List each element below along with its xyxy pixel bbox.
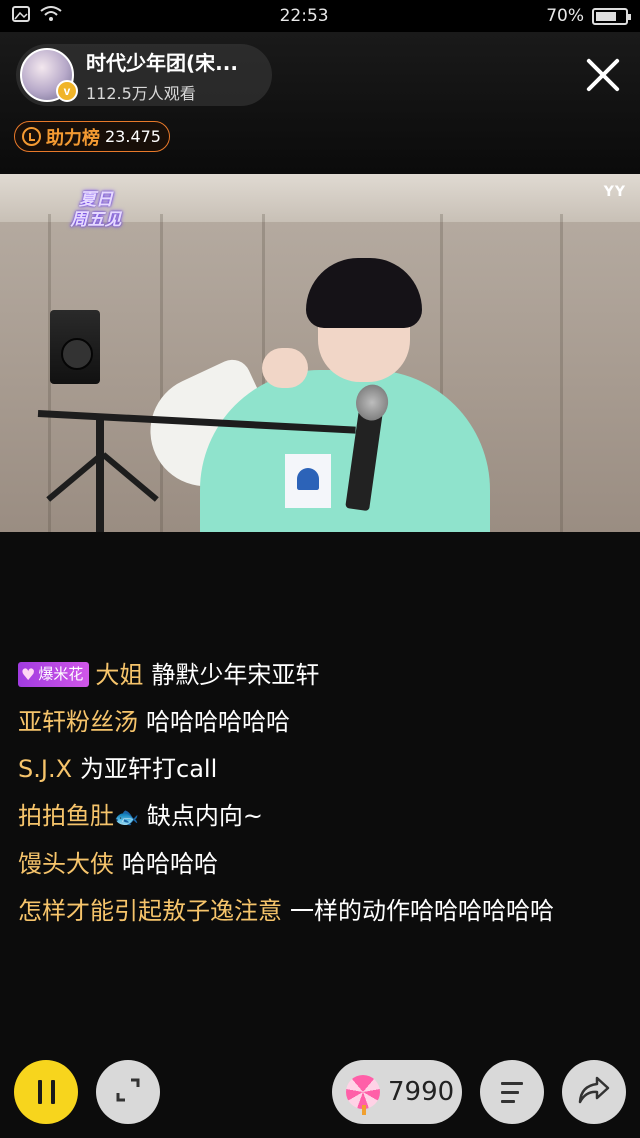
gift-count: 7990 [388, 1077, 455, 1107]
performer-hand [262, 348, 308, 388]
viewer-count: 112.5万人观看 [86, 83, 196, 103]
comment-text: 为亚轩打call [80, 755, 218, 783]
comment-user[interactable]: 大姐 [95, 661, 143, 689]
share-button[interactable] [562, 1060, 626, 1124]
comment-user[interactable]: 拍拍鱼肚 [18, 802, 114, 830]
share-icon [577, 1075, 611, 1109]
pause-icon [37, 1080, 55, 1104]
pause-button[interactable] [14, 1060, 78, 1124]
support-rank-button[interactable]: 助力榜 23.475 [14, 121, 170, 152]
status-bar: 22:53 70% [0, 0, 640, 32]
verified-badge: v [56, 80, 78, 102]
performer-hair [306, 258, 422, 328]
comment-user[interactable]: 亚轩粉丝汤 [18, 708, 138, 736]
status-time: 22:53 [279, 6, 329, 26]
live-video[interactable]: 夏日 周五见 YY [0, 174, 640, 532]
gift-button[interactable]: 7990 [332, 1060, 462, 1124]
avatar[interactable]: v [20, 48, 78, 102]
comment-item: 馒头大侠 哈哈哈哈 [18, 841, 628, 888]
yy-watermark: YY [603, 184, 626, 200]
heart-icon: ♥ [21, 665, 36, 684]
battery-percent: 70% [546, 6, 584, 26]
comment-user[interactable]: S.J.X [18, 755, 72, 783]
comment-user[interactable]: 馒头大侠 [18, 850, 114, 878]
support-rank-icon [22, 127, 41, 146]
fullscreen-button[interactable] [96, 1060, 160, 1124]
lollipop-gift-icon [346, 1075, 380, 1115]
comment-item: S.J.X 为亚轩打call [18, 746, 628, 793]
comment-item: ♥ 爆米花 大姐 静默少年宋亚轩 [18, 652, 628, 699]
anchor-card[interactable]: v 时代少年团(宋... 112.5万人观看 [16, 44, 272, 106]
comment-list: ♥ 爆米花 大姐 静默少年宋亚轩 亚轩粉丝汤 哈哈哈哈哈哈 S.J.X 为亚轩打call … [18, 652, 628, 931]
wall-panel [160, 214, 163, 532]
comment-item: 亚轩粉丝汤 哈哈哈哈哈哈 [18, 699, 628, 746]
popcorn-badge: ♥ 爆米花 [18, 662, 90, 687]
comment-text: 缺点内向~ [146, 802, 264, 830]
comment-item: 怎样才能引起敖子逸注意 一样的动作哈哈哈哈哈哈 [18, 891, 628, 931]
wall-panel [560, 214, 563, 532]
support-rank-value: 23.475 [105, 127, 161, 146]
speaker [50, 310, 100, 384]
comment-text: 哈哈哈哈 [122, 850, 218, 878]
comment-text: 哈哈哈哈哈哈 [146, 708, 290, 736]
menu-icon [501, 1081, 523, 1103]
close-icon[interactable] [584, 56, 622, 94]
battery-icon [591, 7, 631, 25]
show-logo: 夏日 周五见 [70, 190, 122, 230]
fullscreen-icon [115, 1077, 141, 1107]
comment-text: 一样的动作哈哈哈哈哈哈 [290, 897, 554, 925]
fish-icon: 🐟 [114, 805, 139, 829]
menu-button[interactable] [480, 1060, 544, 1124]
anchor-name: 时代少年团(宋... [86, 50, 238, 75]
comment-user[interactable]: 怎样才能引起敖子逸注意 [18, 897, 282, 925]
image-icon [12, 5, 30, 27]
shirt-print [285, 454, 331, 508]
comment-item: 拍拍鱼肚🐟 缺点内向~ [18, 793, 628, 841]
mic-stand-pole [96, 420, 104, 532]
support-rank-label: 助力榜 [46, 127, 100, 149]
comment-text: 静默少年宋亚轩 [151, 661, 320, 689]
wifi-icon [40, 5, 62, 27]
mic-stand-leg [101, 452, 159, 502]
